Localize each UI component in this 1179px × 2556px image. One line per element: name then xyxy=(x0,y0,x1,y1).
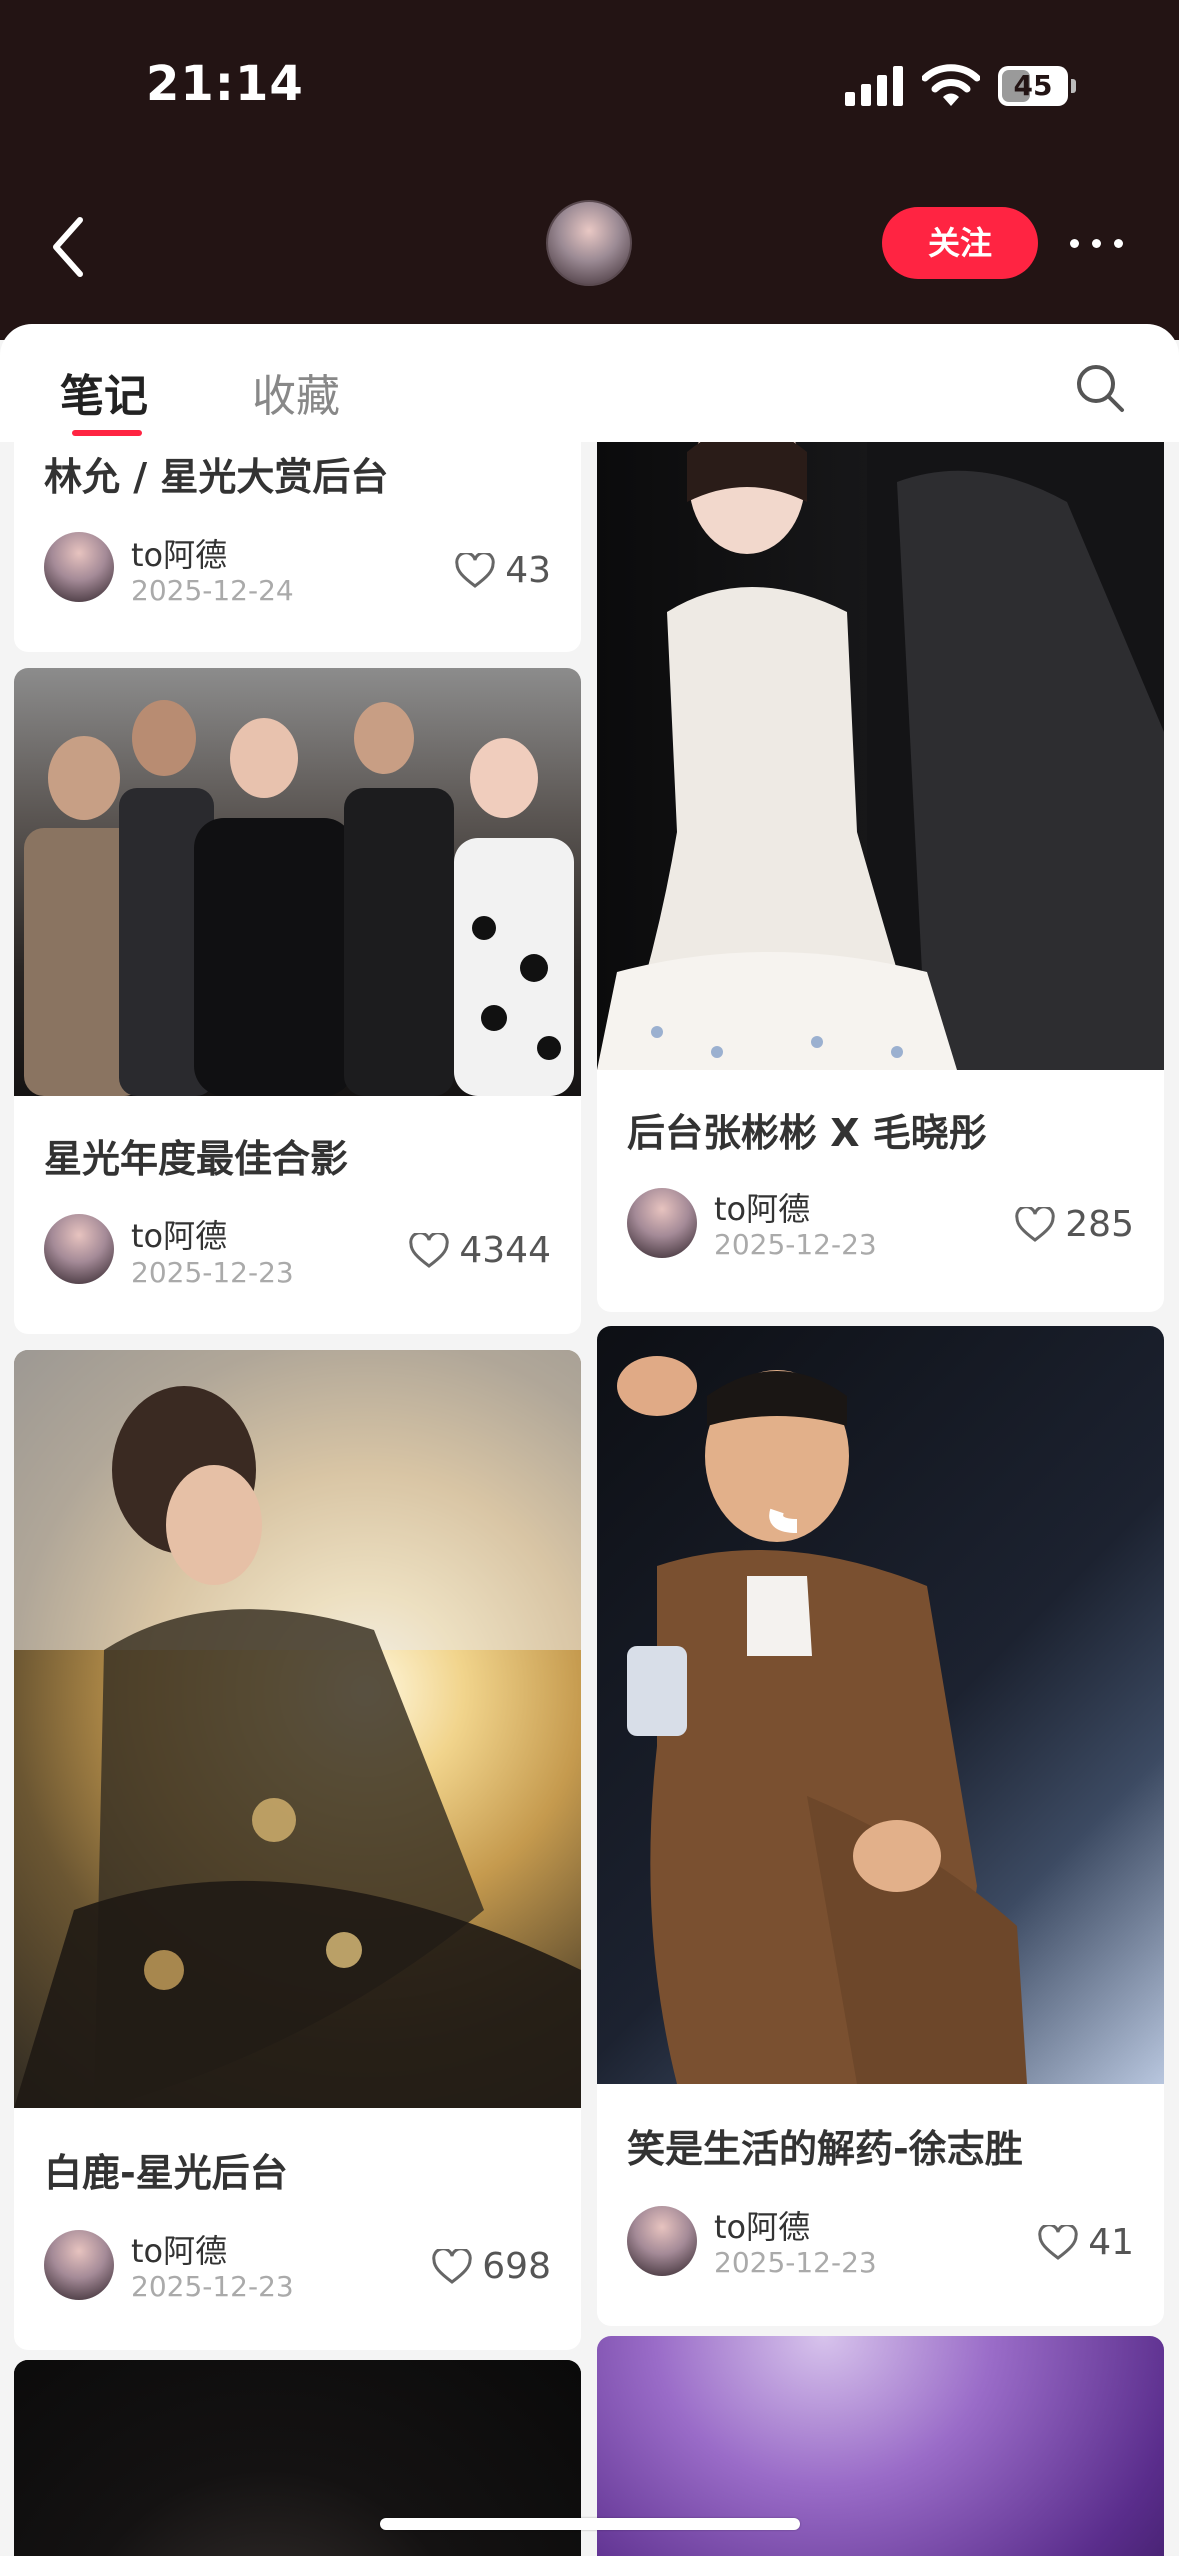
note-title: 林允 / 星光大赏后台 xyxy=(44,455,389,499)
note-title: 星光年度最佳合影 xyxy=(44,1137,349,1181)
note-cover-image xyxy=(597,1326,1164,2084)
author-avatar[interactable] xyxy=(44,2230,114,2300)
author-name[interactable]: to阿德 xyxy=(714,2202,810,2248)
profile-header: 21:14 45 关注 xyxy=(0,0,1179,340)
heart-icon xyxy=(1038,2224,1078,2260)
like-count: 285 xyxy=(1065,1204,1134,1245)
author-name[interactable]: to阿德 xyxy=(131,2226,227,2272)
tab-bar: 笔记 收藏 xyxy=(0,324,1179,442)
like-button[interactable]: 698 xyxy=(432,2246,551,2287)
post-date: 2025-12-23 xyxy=(714,2246,877,2279)
note-cover-image xyxy=(597,442,1164,1070)
post-date: 2025-12-23 xyxy=(714,1228,877,1261)
follow-button[interactable]: 关注 xyxy=(882,207,1038,279)
like-button[interactable]: 4344 xyxy=(409,1230,551,1271)
note-card[interactable]: 星光年度最佳合影 to阿德 2025-12-23 4344 xyxy=(14,668,581,1334)
author-avatar[interactable] xyxy=(627,1188,697,1258)
author-avatar[interactable] xyxy=(44,532,114,602)
author-name[interactable]: to阿德 xyxy=(131,530,227,576)
tab-collections[interactable]: 收藏 xyxy=(252,360,340,424)
active-tab-indicator xyxy=(72,430,142,436)
battery-indicator: 45 xyxy=(998,66,1076,106)
post-date: 2025-12-23 xyxy=(131,2270,294,2303)
like-button[interactable]: 41 xyxy=(1038,2222,1134,2263)
heart-icon xyxy=(455,552,495,588)
author-name[interactable]: to阿德 xyxy=(131,1211,227,1257)
battery-percent: 45 xyxy=(1013,69,1053,102)
note-cover-image xyxy=(14,668,581,1096)
note-title: 笑是生活的解药-徐志胜 xyxy=(627,2127,1023,2171)
search-icon[interactable] xyxy=(1074,362,1126,414)
cellular-signal-icon xyxy=(845,66,903,106)
note-card[interactable]: 林允 / 星光大赏后台 to阿德 2025-12-24 43 xyxy=(14,442,581,652)
notes-feed: 林允 / 星光大赏后台 to阿德 2025-12-24 43 星光年度最佳合影 … xyxy=(0,442,1179,2556)
like-count: 41 xyxy=(1088,2222,1134,2263)
post-date: 2025-12-24 xyxy=(131,574,294,607)
tab-notes[interactable]: 笔记 xyxy=(60,360,148,424)
note-title: 后台张彬彬 X 毛晓彤 xyxy=(627,1111,987,1155)
note-card[interactable]: 白鹿-星光后台 to阿德 2025-12-23 698 xyxy=(14,1350,581,2350)
like-button[interactable]: 285 xyxy=(1015,1204,1134,1245)
heart-icon xyxy=(1015,1206,1055,1242)
note-title: 白鹿-星光后台 xyxy=(44,2151,288,2195)
more-icon[interactable] xyxy=(1062,220,1132,266)
like-count: 43 xyxy=(505,550,551,591)
like-count: 4344 xyxy=(459,1230,551,1271)
wifi-icon xyxy=(922,64,980,106)
back-icon[interactable] xyxy=(46,212,90,282)
post-date: 2025-12-23 xyxy=(131,1256,294,1289)
user-avatar[interactable] xyxy=(546,200,632,286)
heart-icon xyxy=(432,2248,472,2284)
like-count: 698 xyxy=(482,2246,551,2287)
author-avatar[interactable] xyxy=(44,1214,114,1284)
note-card[interactable]: 笑是生活的解药-徐志胜 to阿德 2025-12-23 41 xyxy=(597,1326,1164,2326)
home-indicator xyxy=(380,2518,800,2530)
author-avatar[interactable] xyxy=(627,2206,697,2276)
note-cover-image xyxy=(14,1350,581,2108)
heart-icon xyxy=(409,1232,450,1268)
note-card[interactable]: 后台张彬彬 X 毛晓彤 to阿德 2025-12-23 285 xyxy=(597,442,1164,1312)
status-time: 21:14 xyxy=(146,56,304,112)
like-button[interactable]: 43 xyxy=(455,550,551,591)
author-name[interactable]: to阿德 xyxy=(714,1184,810,1230)
